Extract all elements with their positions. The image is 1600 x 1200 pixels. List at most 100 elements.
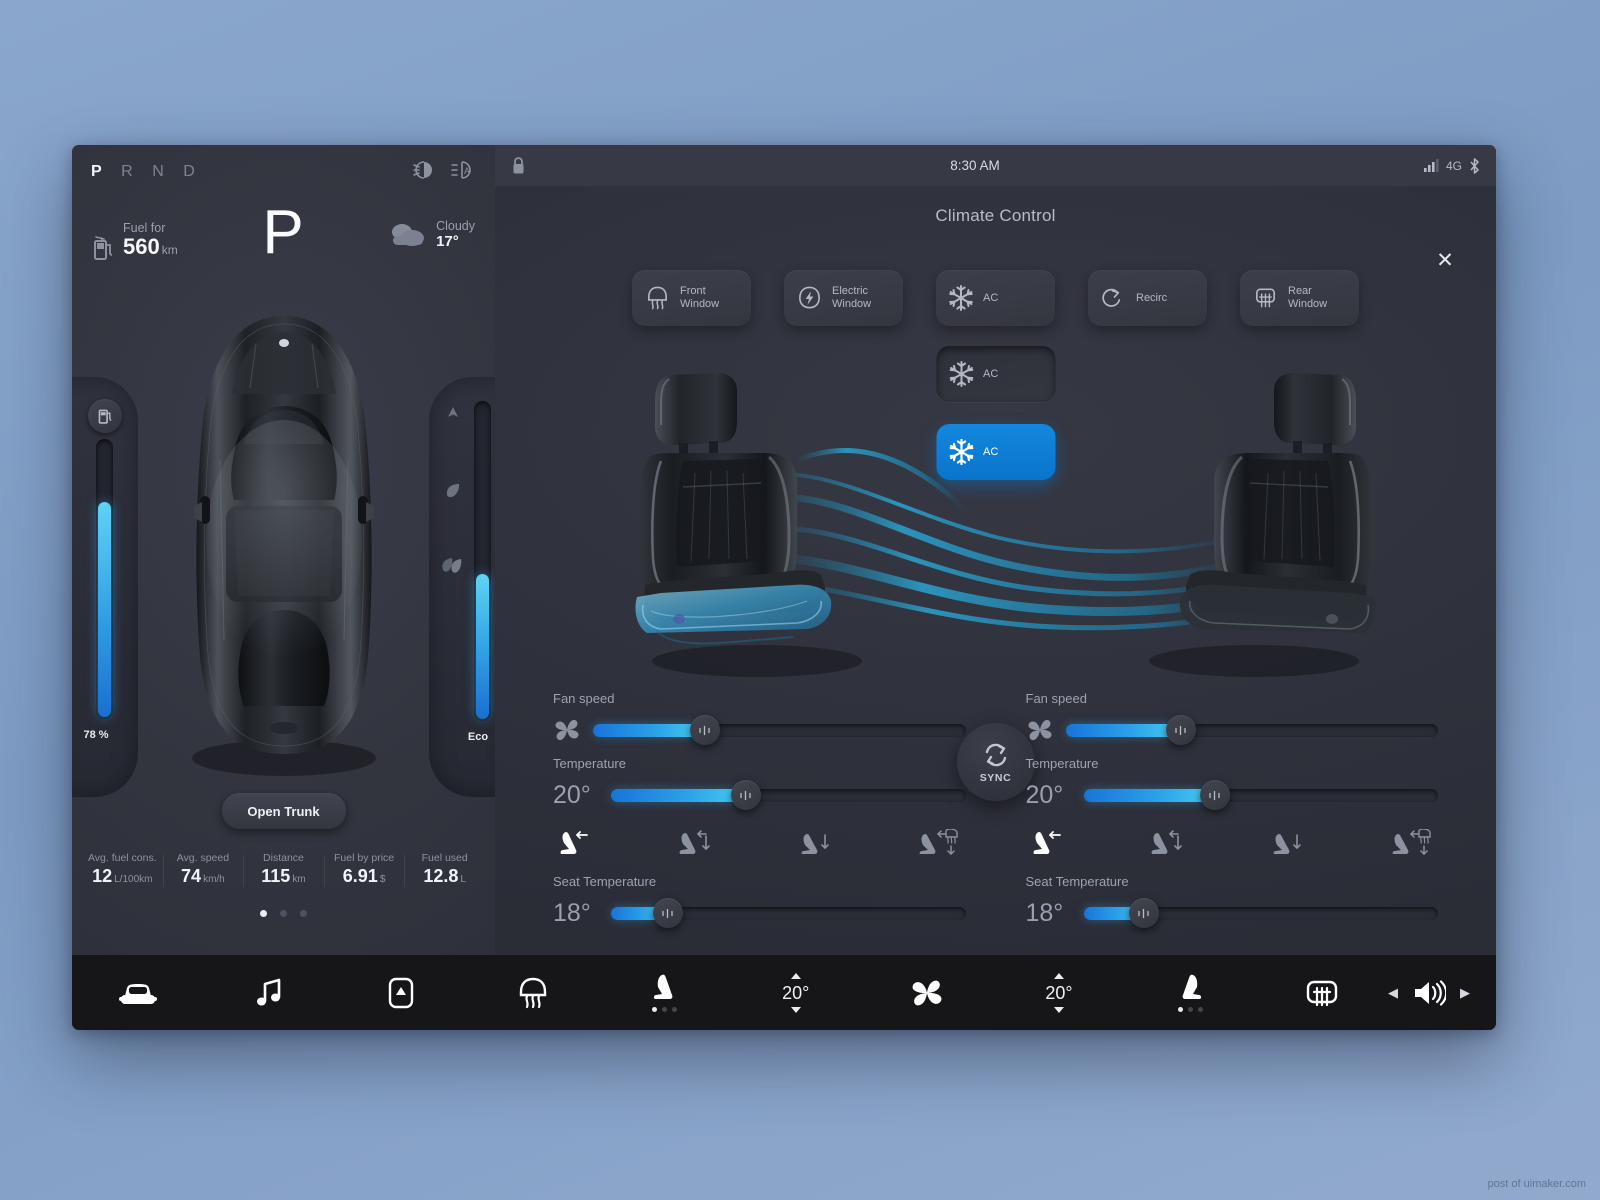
level-dot[interactable] [661, 1007, 667, 1012]
stat-fuel-used: Fuel used 12.8 L [404, 851, 485, 891]
airflow-mode-row-left [553, 813, 966, 874]
svg-text:A: A [464, 166, 470, 176]
temp-increase-icon[interactable] [1053, 972, 1064, 979]
fan-speed-label: Fan speed [553, 691, 615, 706]
volume-controls: ◀ ▶ [1388, 979, 1496, 1007]
gear-n[interactable]: N [152, 163, 164, 181]
level-dot[interactable] [1178, 1007, 1184, 1012]
eco-gauge-track[interactable] [474, 401, 491, 721]
car-seat-right [1149, 373, 1376, 677]
weather-widget: Cloudy 17° [387, 219, 475, 251]
nav-phone-app-button[interactable] [335, 955, 467, 1030]
page-dot[interactable] [300, 910, 307, 917]
seat-temperature-track[interactable] [611, 898, 966, 928]
temperature-track[interactable] [611, 780, 966, 810]
level-dot[interactable] [651, 1007, 657, 1012]
fan-icon [912, 980, 942, 1005]
stat-value: 12 L/100km [92, 866, 153, 886]
airflow-feet-button[interactable] [1271, 829, 1305, 862]
fan-speed-track[interactable] [1065, 715, 1438, 745]
level-dot[interactable] [671, 1007, 677, 1012]
nav-temp-stepper-left[interactable]: 20° [730, 955, 862, 1030]
seat-heat-level-dots[interactable] [1178, 1007, 1204, 1012]
clock: 8:30 AM [950, 158, 1000, 173]
temperature-knob[interactable] [1199, 780, 1230, 810]
temperature-label: Temperature [1025, 756, 1099, 771]
gear-r[interactable]: R [121, 163, 133, 181]
nav-seat-heat-left-button[interactable] [598, 955, 730, 1030]
page-dot[interactable] [260, 910, 267, 917]
airflow-face-feet-button[interactable] [1150, 829, 1184, 862]
seat-temperature-value: 18° [553, 899, 591, 927]
stat-avg-speed: Avg. speed 74 km/h [162, 851, 244, 891]
seat-temperature-slider-row: 18° [1026, 895, 1438, 931]
airflow-defrost-feet-button[interactable] [1392, 828, 1432, 862]
gear-d[interactable]: D [183, 163, 195, 181]
gear-p[interactable]: P [91, 163, 102, 181]
ac-button-top[interactable]: AC [936, 270, 1055, 326]
infotainment-device: P R N D A Fuel for 560 km P Cloudy 17° 7… [72, 145, 1496, 1030]
airflow-face-feet-button[interactable] [678, 829, 712, 862]
temperature-track[interactable] [1083, 780, 1438, 810]
temperature-fill [611, 788, 746, 802]
page-dot[interactable] [280, 910, 287, 917]
nav-rear-defrost-button[interactable] [1256, 955, 1388, 1030]
signal-bars-icon [1423, 159, 1439, 172]
nav-front-defrost-button[interactable] [467, 955, 599, 1030]
airflow-face-button[interactable] [1030, 829, 1064, 862]
level-dot[interactable] [1188, 1007, 1194, 1012]
speaker-icon[interactable] [1412, 979, 1446, 1007]
seat-temperature-knob[interactable] [652, 898, 683, 928]
temperature-label: Temperature [553, 756, 626, 771]
nav-seat-heat-right-button[interactable] [1125, 955, 1257, 1030]
fuel-pump-icon [98, 409, 112, 424]
gear-selector[interactable]: P R N D [91, 163, 195, 181]
fan-speed-track[interactable] [593, 715, 966, 745]
airflow-defrost-feet-button[interactable] [919, 828, 959, 862]
stat-label: Fuel used [421, 852, 468, 864]
nav-fan-button[interactable] [862, 955, 994, 1030]
nav-temp-stepper-right[interactable]: 20° [993, 955, 1125, 1030]
seat-temperature-track[interactable] [1083, 898, 1438, 928]
seat-temperature-knob[interactable] [1128, 898, 1159, 928]
recirc-button[interactable]: Recirc [1088, 270, 1207, 326]
fan-speed-label: Fan speed [1025, 691, 1087, 706]
stat-fuel-by-price: Fuel by price 6.91 $ [323, 851, 405, 891]
power-arrow-icon [448, 407, 458, 417]
knob-grip-icon [662, 908, 673, 918]
front-window-button[interactable]: Front Window [632, 270, 751, 326]
electric-window-button[interactable]: Electric Window [784, 270, 903, 326]
level-dot[interactable] [1198, 1007, 1204, 1012]
temp-increase-icon[interactable] [790, 972, 801, 979]
airflow-face-button[interactable] [557, 829, 591, 862]
status-bar: 8:30 AM 4G [495, 145, 1496, 186]
climate-mode-buttons: Front Window Electric Window AC Recirc R… [495, 270, 1496, 326]
fuel-gauge-track[interactable] [96, 439, 113, 719]
weather-temp: 17° [436, 233, 459, 250]
temperature-value: 20° [1025, 781, 1064, 809]
temp-decrease-icon[interactable] [790, 1006, 801, 1013]
nav-car-button[interactable] [72, 955, 204, 1030]
stat-label: Avg. fuel cons. [87, 852, 157, 864]
headlight-indicators: A [413, 161, 477, 179]
open-trunk-button[interactable]: Open Trunk [221, 793, 346, 829]
temperature-knob[interactable] [730, 780, 761, 810]
knob-grip-icon [1209, 790, 1220, 800]
fan-speed-slider-row [1026, 712, 1438, 748]
electric-window-icon [799, 286, 820, 309]
airflow-feet-button[interactable] [799, 829, 833, 862]
cluster-page-dots[interactable] [72, 910, 495, 917]
prev-arrow-icon[interactable]: ◀ [1388, 985, 1398, 1001]
stat-distance: Distance 115 km [243, 851, 324, 891]
temperature-slider-row: 20° [553, 777, 966, 813]
rear-window-button[interactable]: Rear Window [1240, 270, 1359, 326]
nav-music-button[interactable] [204, 955, 336, 1030]
stat-value: 74 km/h [181, 866, 225, 886]
lock-icon[interactable] [511, 156, 526, 175]
fan-speed-knob[interactable] [689, 715, 720, 745]
seat-heat-level-dots[interactable] [651, 1007, 677, 1012]
next-arrow-icon[interactable]: ▶ [1460, 985, 1470, 1001]
fan-speed-knob[interactable] [1165, 715, 1196, 745]
double-leaf-icon [442, 558, 462, 573]
temp-decrease-icon[interactable] [1053, 1006, 1064, 1013]
